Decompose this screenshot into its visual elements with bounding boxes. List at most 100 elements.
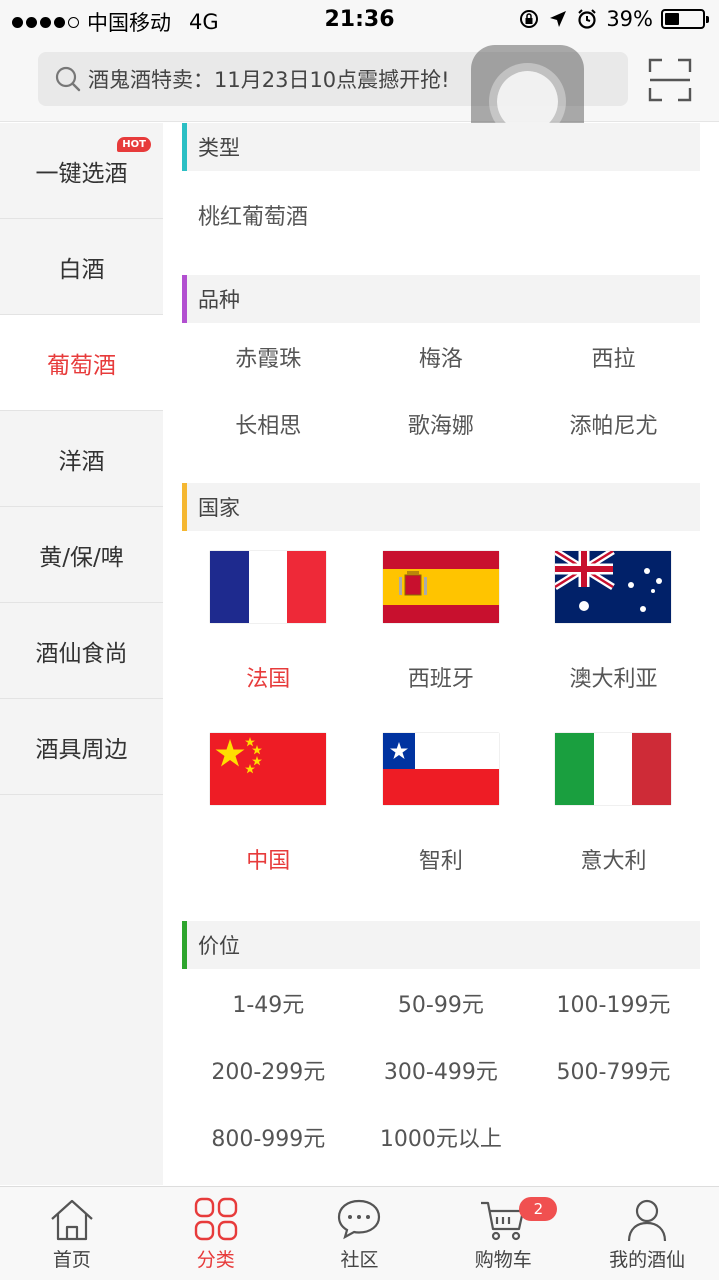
home-icon xyxy=(51,1199,93,1241)
country-label: 智利 xyxy=(418,849,463,874)
section-accent-bar xyxy=(182,123,187,171)
filter-option-variety[interactable]: 歌海娜 xyxy=(355,390,528,457)
filter-option-label: 添帕尼尤 xyxy=(569,413,658,439)
section-accent-bar xyxy=(182,275,187,323)
spain-flag-icon xyxy=(382,551,499,623)
filter-option-variety[interactable]: 添帕尼尤 xyxy=(527,390,700,457)
rotation-lock-icon xyxy=(520,10,539,28)
china-flag-icon xyxy=(210,733,327,805)
sidebar-item-baijiu[interactable]: 白酒 xyxy=(0,219,163,315)
filter-option-label: 50-99元 xyxy=(397,992,484,1018)
sidebar-item-accessories[interactable]: 酒具周边 xyxy=(0,699,163,795)
tab-profile[interactable]: 我的酒仙 xyxy=(575,1187,719,1280)
sidebar-item-label: 葡萄酒 xyxy=(47,352,116,379)
filter-option-variety[interactable]: 赤霞珠 xyxy=(182,323,355,390)
status-right: 39% xyxy=(518,7,709,31)
category-icon xyxy=(194,1197,237,1241)
filter-option-label: 1-49元 xyxy=(232,992,305,1018)
sidebar-item-label: 洋酒 xyxy=(58,448,105,475)
tab-label: 购物车 xyxy=(474,1249,532,1271)
filter-option-price[interactable]: 1-49元 xyxy=(182,969,355,1036)
sidebar-item-yellow-beer[interactable]: 黄/保/啤 xyxy=(0,507,163,603)
country-label: 法国 xyxy=(246,667,291,692)
country-option-france[interactable]: 法国 xyxy=(182,531,355,713)
section-title: 类型 xyxy=(198,136,240,160)
sidebar-item-label: 酒仙食尚 xyxy=(35,640,128,667)
filter-option-price[interactable]: 100-199元 xyxy=(527,969,700,1036)
filter-option-label: 300-499元 xyxy=(383,1059,498,1085)
price-grid: 1-49元 50-99元 100-199元 200-299元 300-499元 … xyxy=(182,969,700,1170)
country-label: 澳大利亚 xyxy=(569,667,658,692)
alarm-icon xyxy=(578,9,597,29)
filter-option-price[interactable]: 300-499元 xyxy=(355,1036,528,1103)
variety-grid: 赤霞珠 梅洛 西拉 长相思 歌海娜 添帕尼尤 xyxy=(182,323,700,457)
bottom-tab-bar: 首页 分类 社区 2 购物车 我的酒仙 xyxy=(0,1186,719,1280)
filter-option-type[interactable]: 桃红葡萄酒 xyxy=(182,171,700,259)
country-option-china[interactable]: 中国 xyxy=(182,713,355,895)
section-header-type: 类型 xyxy=(182,123,700,171)
location-icon xyxy=(550,11,567,27)
tab-home[interactable]: 首页 xyxy=(0,1187,144,1280)
scan-icon xyxy=(648,58,692,102)
status-bar: 中国移动 4G 21:36 39% xyxy=(0,0,719,40)
section-header-country: 国家 xyxy=(182,483,700,531)
section-header-variety: 品种 xyxy=(182,275,700,323)
country-option-australia[interactable]: 澳大利亚 xyxy=(527,531,700,713)
france-flag-icon xyxy=(210,551,327,623)
sidebar-item-label: 一键选酒 xyxy=(35,160,128,187)
battery-percent: 39% xyxy=(606,7,653,31)
country-label: 西班牙 xyxy=(407,667,474,692)
cart-count-badge: 2 xyxy=(519,1197,558,1221)
country-grid: 法国 西班牙 澳大利亚 中国 智利 意大利 xyxy=(182,531,700,895)
country-option-italy[interactable]: 意大利 xyxy=(527,713,700,895)
australia-flag-icon xyxy=(555,551,672,623)
section-accent-bar xyxy=(182,921,187,969)
filter-option-label: 500-799元 xyxy=(556,1059,671,1085)
community-icon xyxy=(338,1199,381,1240)
filter-option-variety[interactable]: 长相思 xyxy=(182,390,355,457)
country-option-spain[interactable]: 西班牙 xyxy=(355,531,528,713)
filter-option-label: 梅洛 xyxy=(418,346,463,372)
tab-cart[interactable]: 2 购物车 xyxy=(431,1187,575,1280)
tab-category[interactable]: 分类 xyxy=(144,1187,288,1280)
chile-flag-icon xyxy=(382,733,499,805)
battery-fill xyxy=(665,13,680,25)
filter-option-label: 800-999元 xyxy=(211,1126,326,1152)
filter-option-price[interactable]: 500-799元 xyxy=(527,1036,700,1103)
search-icon xyxy=(55,66,81,92)
search-placeholder: 酒鬼酒特卖：11月23日10点震撼开抢! xyxy=(88,68,450,92)
sidebar-item-label: 酒具周边 xyxy=(35,736,128,763)
section-title: 价位 xyxy=(198,934,240,958)
country-option-chile[interactable]: 智利 xyxy=(355,713,528,895)
filter-option-price[interactable]: 200-299元 xyxy=(182,1036,355,1103)
tab-community[interactable]: 社区 xyxy=(288,1187,432,1280)
scan-button[interactable] xyxy=(648,58,692,102)
tab-label: 我的酒仙 xyxy=(609,1249,686,1271)
filter-option-variety[interactable]: 梅洛 xyxy=(355,323,528,390)
filter-option-label: 赤霞珠 xyxy=(235,346,302,372)
section-title: 国家 xyxy=(198,496,240,520)
sidebar-item-wine[interactable]: 葡萄酒 xyxy=(0,315,163,411)
battery-icon xyxy=(661,9,709,29)
filter-option-label: 长相思 xyxy=(235,413,302,439)
country-label: 中国 xyxy=(246,849,291,874)
filter-option-label: 100-199元 xyxy=(556,992,671,1018)
filter-option-variety[interactable]: 西拉 xyxy=(527,323,700,390)
filter-option-label: 200-299元 xyxy=(211,1059,326,1085)
filter-option-label: 歌海娜 xyxy=(407,413,474,439)
sidebar-item-food[interactable]: 酒仙食尚 xyxy=(0,603,163,699)
filter-option-label: 桃红葡萄酒 xyxy=(198,205,309,230)
filter-option-price[interactable]: 50-99元 xyxy=(355,969,528,1036)
sidebar-item-foreign-liquor[interactable]: 洋酒 xyxy=(0,411,163,507)
search-header: 酒鬼酒特卖：11月23日10点震撼开抢! xyxy=(0,40,719,158)
country-label: 意大利 xyxy=(580,849,647,874)
filter-option-price[interactable]: 1000元以上 xyxy=(355,1103,528,1170)
section-header-price: 价位 xyxy=(182,921,700,969)
hot-badge: HOT xyxy=(117,137,151,152)
tab-label: 社区 xyxy=(340,1249,379,1271)
profile-icon xyxy=(627,1199,667,1242)
filter-option-price[interactable]: 800-999元 xyxy=(182,1103,355,1170)
tab-label: 分类 xyxy=(196,1249,235,1271)
sidebar-item-quick-pick[interactable]: 一键选酒 HOT xyxy=(0,123,163,219)
category-sidebar: 一键选酒 HOT 白酒 葡萄酒 洋酒 黄/保/啤 酒仙食尚 酒具周边 xyxy=(0,123,163,1185)
